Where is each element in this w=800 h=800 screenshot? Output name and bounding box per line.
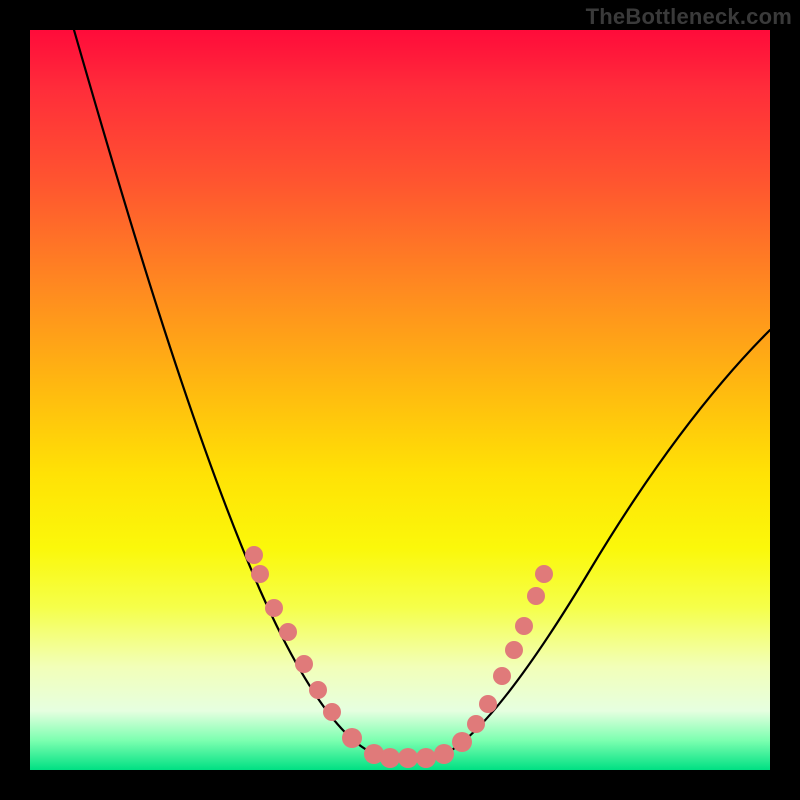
watermark-text: TheBottleneck.com [586,4,792,30]
bottleneck-curve [74,30,770,759]
curve-layer [30,30,770,770]
curve-left [74,30,375,754]
plot-area [30,30,770,770]
chart-stage: TheBottleneck.com [0,0,800,800]
curve-right [445,330,770,754]
marker-cluster [245,546,553,768]
